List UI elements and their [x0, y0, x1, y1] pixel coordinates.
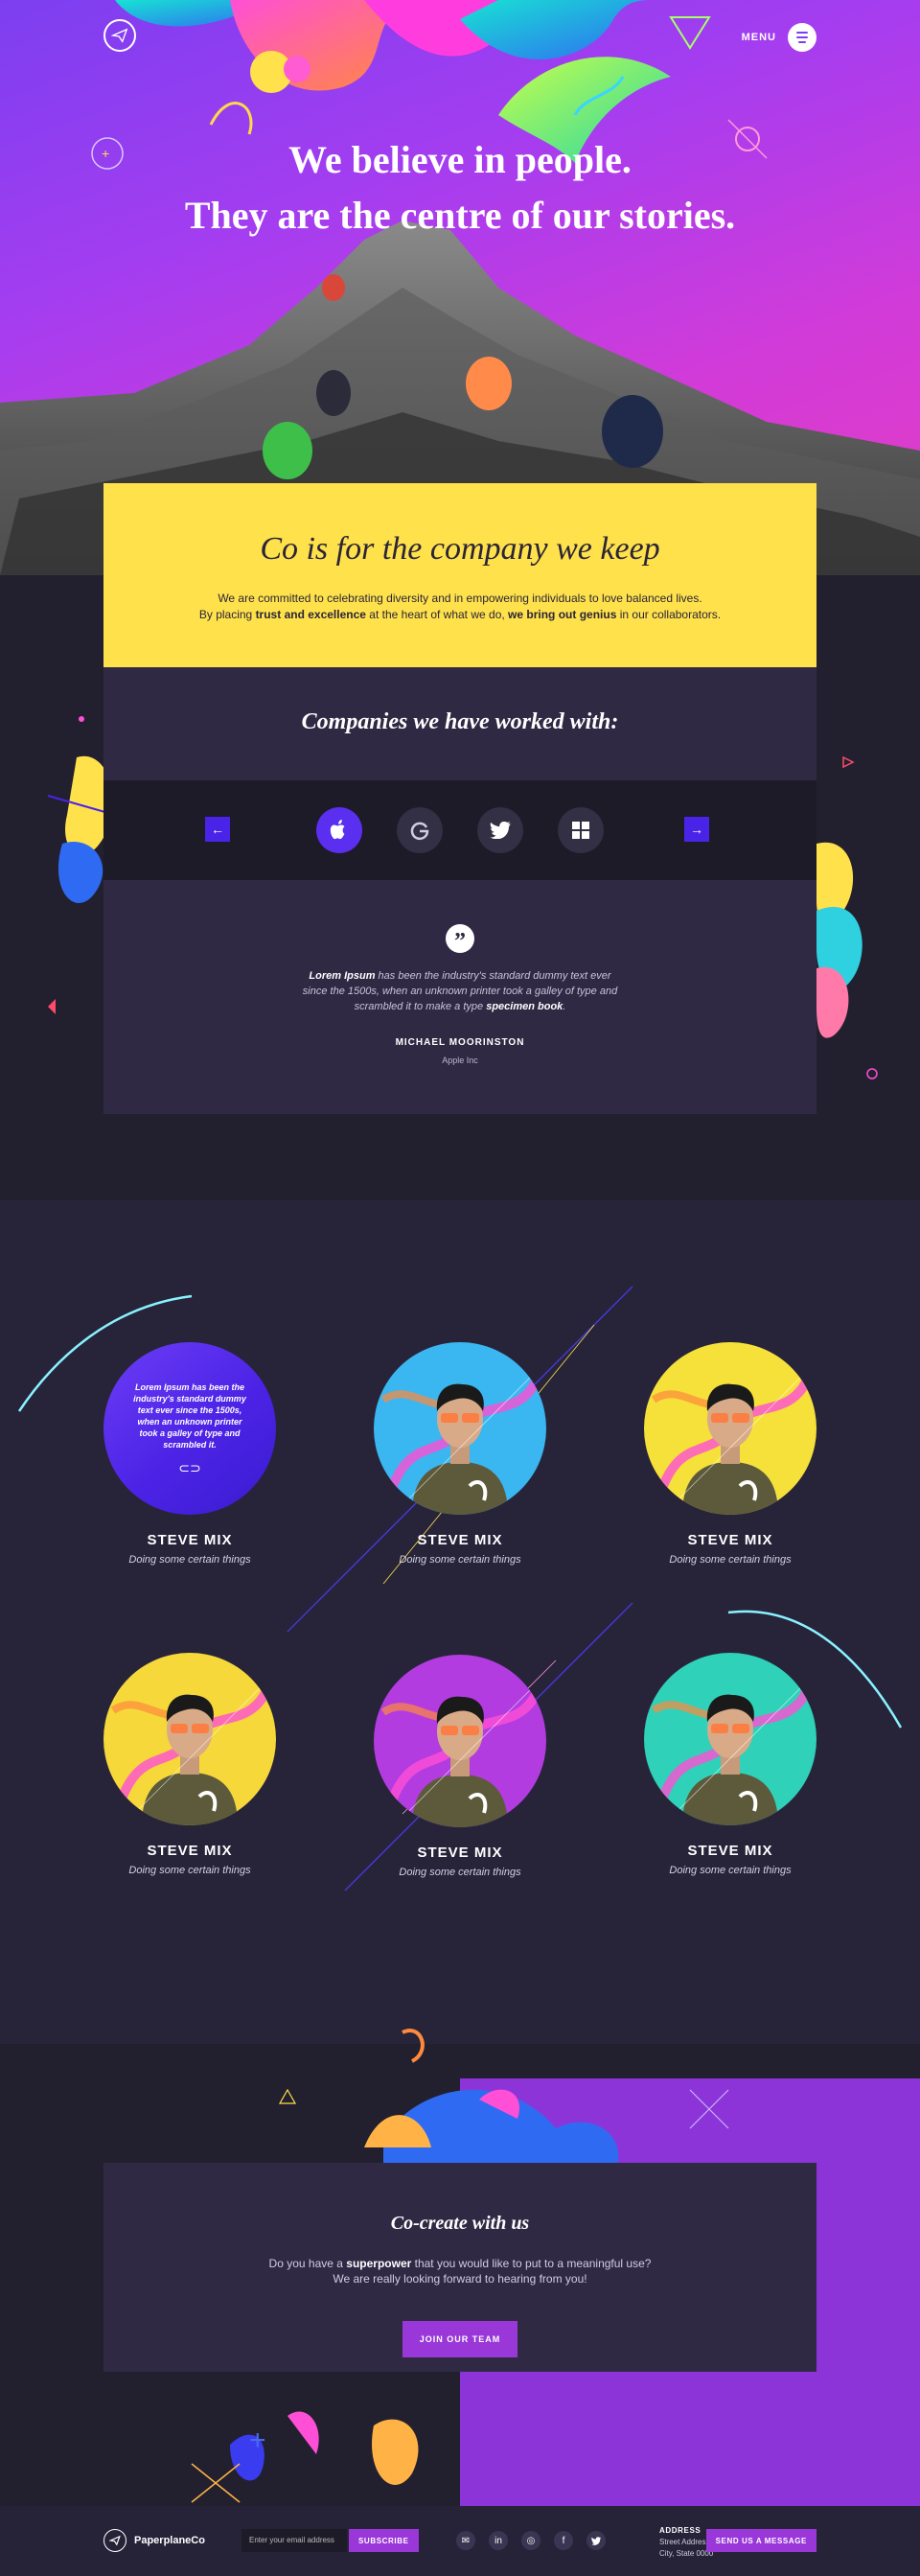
- footer-brand-name: PaperplaneCo: [134, 2535, 205, 2546]
- intro-card: Co is for the company we keep We are com…: [104, 483, 816, 667]
- team-member-photo: [374, 1655, 546, 1827]
- team-member-role: Doing some certain things: [128, 1865, 251, 1876]
- cta-bold-superpower: superpower: [346, 2257, 412, 2270]
- address-line-1: Street Address: [659, 2538, 710, 2546]
- subscribe-button[interactable]: SUBSCRIBE: [349, 2529, 419, 2552]
- team-info-text: Lorem Ipsum has been the industry's stan…: [133, 1381, 246, 1450]
- address-label: ADDRESS: [659, 2526, 702, 2535]
- testimonial-bold-end: specimen book: [486, 1001, 564, 1012]
- testimonial-quote: Lorem Ipsum has been the industry's stan…: [297, 968, 623, 1014]
- hero-title-line-1: We believe in people.: [288, 138, 632, 181]
- team-member-role: Doing some certain things: [128, 1554, 251, 1566]
- join-our-team-button[interactable]: JOIN OUR TEAM: [402, 2321, 518, 2357]
- intro-line-2-mid: at the heart of what we do,: [365, 608, 509, 621]
- intro-text: We are committed to celebrating diversit…: [104, 591, 816, 623]
- testimonial-author: MICHAEL MOORINSTON: [395, 1037, 525, 1048]
- facebook-icon[interactable]: f: [554, 2531, 573, 2550]
- team-info-circle: Lorem Ipsum has been the industry's stan…: [104, 1342, 276, 1515]
- link-icon[interactable]: ⊂⊃: [178, 1460, 200, 1476]
- quote-icon: ”: [446, 924, 474, 954]
- team-member-photo: [644, 1653, 816, 1825]
- carousel-prev-button[interactable]: ←: [205, 817, 230, 842]
- hero-title: We believe in people. They are the centr…: [0, 132, 920, 244]
- svg-text:+: +: [249, 2425, 266, 2456]
- intro-line-2-suffix: in our collaborators.: [616, 608, 722, 621]
- send-message-button[interactable]: SEND US A MESSAGE: [705, 2529, 816, 2552]
- companies-section: Companies we have worked with:: [104, 667, 816, 780]
- twitter-icon[interactable]: [586, 2531, 606, 2550]
- twitter-icon[interactable]: [477, 807, 523, 853]
- intro-bold-genius: we bring out genius: [508, 608, 617, 621]
- testimonial-company: Apple Inc: [442, 1056, 478, 1065]
- footer: PaperplaneCo Enter your email address SU…: [0, 2506, 920, 2576]
- portrait-illustration: [110, 1681, 271, 1825]
- email-input[interactable]: Enter your email address: [242, 2529, 347, 2552]
- hero-title-line-2: They are the centre of our stories.: [184, 194, 736, 237]
- cta-heading: Co-create with us: [390, 2213, 530, 2234]
- apple-icon[interactable]: [316, 807, 362, 853]
- linkedin-icon[interactable]: in: [489, 2531, 508, 2550]
- team-member-card[interactable]: STEVE MIX Doing some certain things: [644, 1653, 816, 1876]
- windows-icon[interactable]: [558, 807, 604, 853]
- intro-line-2-prefix: By placing: [198, 608, 256, 621]
- side-decoration-right: [816, 755, 878, 1079]
- team-member-role: Doing some certain things: [669, 1554, 792, 1566]
- team-member-name: STEVE MIX: [147, 1843, 233, 1859]
- intro-line-1: We are committed to celebrating diversit…: [218, 592, 702, 605]
- team-decoration: [17, 1286, 903, 1891]
- team-member-role: Doing some certain things: [399, 1554, 521, 1566]
- menu-toggle[interactable]: MENU: [742, 23, 816, 52]
- team-member-name: STEVE MIX: [147, 1532, 233, 1548]
- instagram-icon[interactable]: ◎: [521, 2531, 540, 2550]
- intro-heading: Co is for the company we keep: [260, 531, 660, 567]
- team-member-card[interactable]: STEVE MIX Doing some certain things: [644, 1342, 816, 1566]
- team-member-card[interactable]: STEVE MIX Doing some certain things: [374, 1655, 546, 1878]
- cta-line-1-prefix: Do you have a: [268, 2257, 347, 2270]
- team-member-photo: [644, 1342, 816, 1515]
- paperplane-logo-icon: [104, 2529, 126, 2552]
- team-member-card[interactable]: Lorem Ipsum has been the industry's stan…: [104, 1342, 276, 1566]
- portrait-illustration: [380, 1683, 541, 1827]
- portrait-illustration: [651, 1681, 812, 1825]
- team-member-name: STEVE MIX: [687, 1532, 773, 1548]
- mail-icon[interactable]: ✉: [456, 2531, 475, 2550]
- team-member-photo: [104, 1653, 276, 1825]
- social-links: ✉ in ◎ f: [456, 2531, 606, 2550]
- intro-bold-trust: trust and excellence: [255, 608, 366, 621]
- team-member-role: Doing some certain things: [399, 1867, 521, 1878]
- team-member-name: STEVE MIX: [417, 1845, 503, 1861]
- cta-text: Do you have a superpower that you would …: [104, 2256, 816, 2286]
- paperplane-logo-icon[interactable]: [104, 19, 136, 52]
- companies-carousel: ← →: [104, 780, 816, 880]
- portrait-illustration: [651, 1370, 812, 1515]
- companies-heading: Companies we have worked with:: [301, 709, 619, 734]
- testimonial-card: ” Lorem Ipsum has been the industry's st…: [104, 880, 816, 1114]
- team-member-card[interactable]: STEVE MIX Doing some certain things: [104, 1653, 276, 1876]
- testimonial-bold-start: Lorem Ipsum: [309, 970, 376, 982]
- menu-label: MENU: [741, 32, 776, 43]
- team-member-photo: [374, 1342, 546, 1515]
- footer-brand[interactable]: PaperplaneCo: [104, 2529, 205, 2552]
- portrait-illustration: [380, 1370, 541, 1515]
- cta-line-2: We are really looking forward to hearing…: [333, 2272, 587, 2286]
- team-member-role: Doing some certain things: [669, 1865, 792, 1876]
- team-section: [0, 1200, 920, 2044]
- team-member-name: STEVE MIX: [417, 1532, 503, 1548]
- cta-card: Co-create with us Do you have a superpow…: [104, 2163, 816, 2372]
- team-member-name: STEVE MIX: [687, 1843, 773, 1859]
- carousel-next-button[interactable]: →: [684, 817, 709, 842]
- google-icon[interactable]: [397, 807, 443, 853]
- testimonial-text-end: .: [563, 1001, 566, 1012]
- team-member-card[interactable]: STEVE MIX Doing some certain things: [374, 1342, 546, 1566]
- hamburger-icon[interactable]: [788, 23, 816, 52]
- cta-line-1-suffix: that you would like to put to a meaningf…: [411, 2257, 652, 2270]
